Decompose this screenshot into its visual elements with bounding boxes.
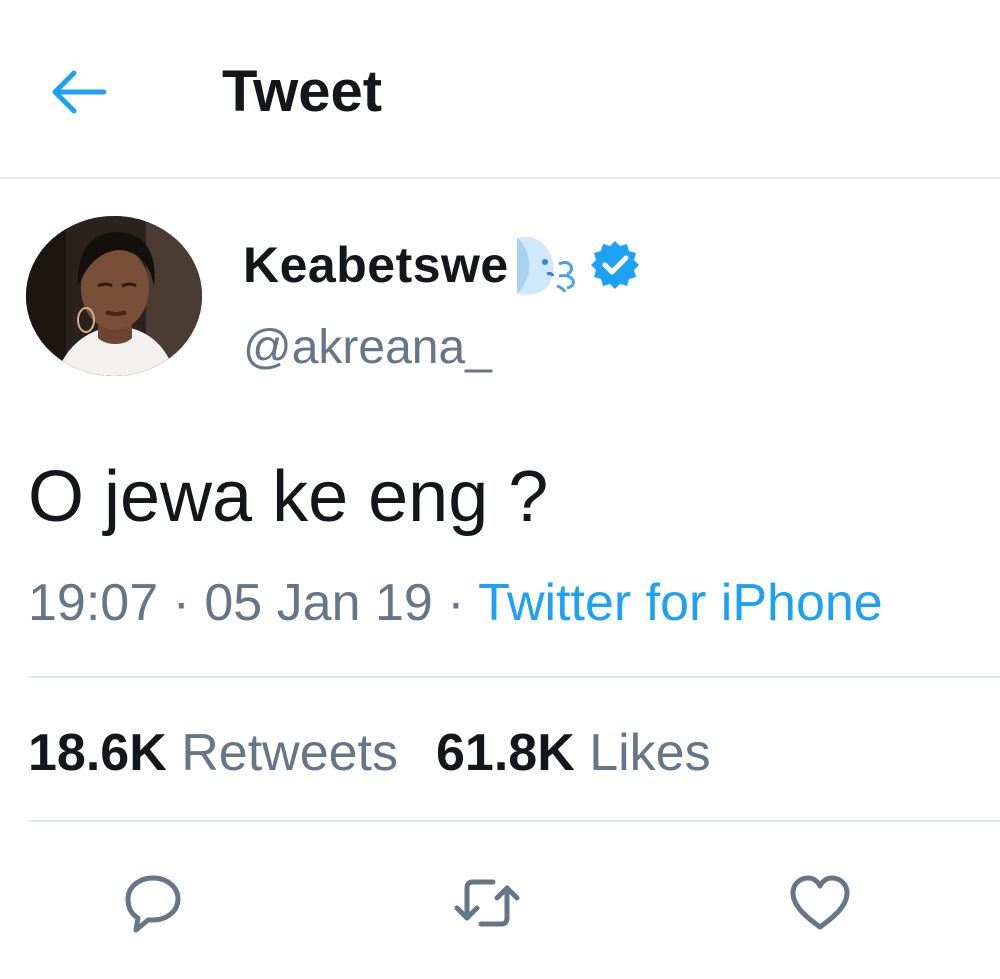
avatar[interactable]: [26, 216, 202, 376]
retweets-stat[interactable]: 18.6K Retweets: [28, 724, 398, 782]
top-bar: Tweet: [0, 0, 1000, 178]
tweet-text: O jewa ke eng ?: [28, 457, 549, 537]
retweet-button[interactable]: [450, 866, 524, 940]
retweet-icon: [454, 879, 520, 927]
likes-label: Likes: [589, 724, 711, 782]
verified-badge-icon: [590, 241, 639, 289]
likes-stat[interactable]: 61.8K Likes: [436, 724, 711, 782]
avatar-photo: [26, 216, 202, 376]
user-handle[interactable]: @akreana_: [243, 318, 492, 378]
tweet-time: 19:07: [28, 574, 159, 632]
dashing-away-emoji-icon: [516, 236, 575, 295]
meta-separator: ·: [447, 574, 465, 632]
tweet-meta: 19:07 · 05 Jan 19 · Twitter for iPhone: [28, 568, 883, 638]
arrow-left-icon: [52, 70, 107, 114]
tweet-stats: 18.6K Retweets 61.8K Likes: [28, 718, 711, 788]
retweets-label: Retweets: [181, 724, 398, 782]
back-button[interactable]: [40, 54, 116, 130]
reply-button[interactable]: [116, 866, 190, 940]
stats-divider: [28, 820, 1000, 822]
like-button[interactable]: [783, 866, 857, 940]
header-divider: [0, 177, 1000, 179]
meta-separator: ·: [172, 574, 190, 632]
page-title: Tweet: [222, 59, 383, 124]
tweet-date: 05 Jan 19: [204, 574, 433, 632]
meta-divider: [28, 676, 1000, 678]
tweet-source-link[interactable]: Twitter for iPhone: [478, 574, 883, 632]
retweets-count: 18.6K: [28, 724, 167, 782]
likes-count: 61.8K: [435, 724, 575, 782]
display-name[interactable]: Keabetswe: [243, 236, 509, 294]
reply-icon: [125, 875, 181, 933]
heart-icon: [790, 875, 850, 930]
author-name-row[interactable]: Keabetswe: [243, 232, 641, 298]
